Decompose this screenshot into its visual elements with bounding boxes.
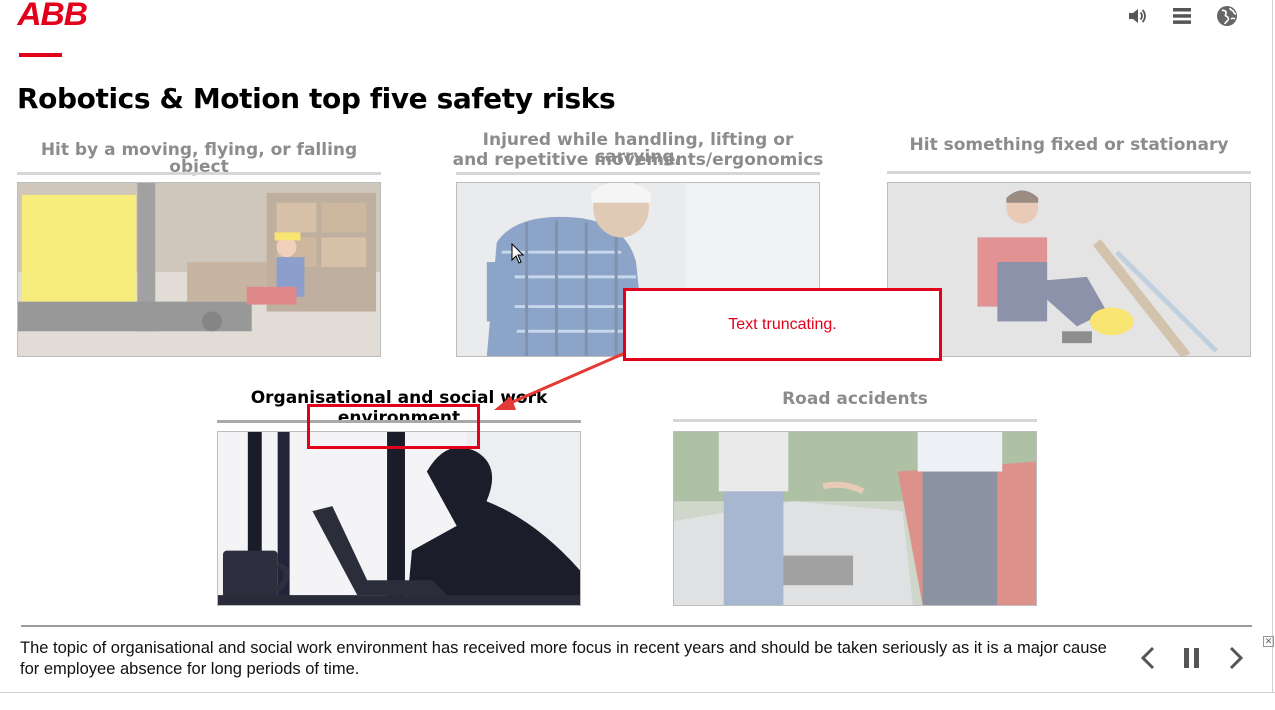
window-edge	[1272, 0, 1273, 692]
card-divider	[456, 172, 820, 175]
next-button[interactable]	[1222, 644, 1250, 672]
card-title: Hit by a moving, flying, or falling obje…	[40, 140, 358, 177]
pause-icon	[1184, 648, 1199, 668]
slide-caption: The topic of organisational and social w…	[20, 639, 1107, 678]
forklift-worker-photo	[17, 182, 381, 357]
car-crash-photo	[673, 431, 1037, 606]
card-divider	[887, 171, 1251, 174]
close-icon[interactable]: ✕	[1263, 636, 1274, 647]
pause-button[interactable]	[1178, 644, 1206, 672]
card-divider	[17, 172, 381, 175]
card-divider	[673, 419, 1037, 422]
card-title: Hit something fixed or stationary	[909, 135, 1229, 155]
footer-divider	[21, 625, 1252, 627]
risk-card-road-accidents[interactable]: Road accidents	[673, 388, 1037, 607]
window-bottom-edge	[0, 692, 1275, 693]
header-toolbar	[1124, 3, 1239, 29]
annotation-callout: Text truncating.	[623, 288, 942, 361]
chevron-left-icon	[1140, 646, 1155, 670]
mouse-cursor-icon	[511, 243, 525, 264]
globe-icon[interactable]	[1214, 4, 1239, 29]
stressed-laptop-worker-photo	[217, 431, 581, 606]
abb-logo: ABB	[17, 0, 88, 32]
truncation-highlight-box	[307, 404, 480, 449]
logo-underline	[19, 53, 62, 57]
menu-icon[interactable]	[1169, 4, 1194, 29]
chevron-right-icon	[1229, 646, 1244, 670]
page-title: Robotics & Motion top five safety risks	[17, 82, 616, 115]
volume-icon[interactable]	[1124, 4, 1149, 29]
previous-button[interactable]	[1134, 644, 1162, 672]
callout-text: Text truncating.	[728, 315, 837, 333]
risk-card-moving-object[interactable]: Hit by a moving, flying, or falling obje…	[17, 138, 381, 358]
card-title: Road accidents	[782, 389, 928, 409]
card-title-line2: and repetitive movements/ergonomics	[452, 150, 824, 170]
